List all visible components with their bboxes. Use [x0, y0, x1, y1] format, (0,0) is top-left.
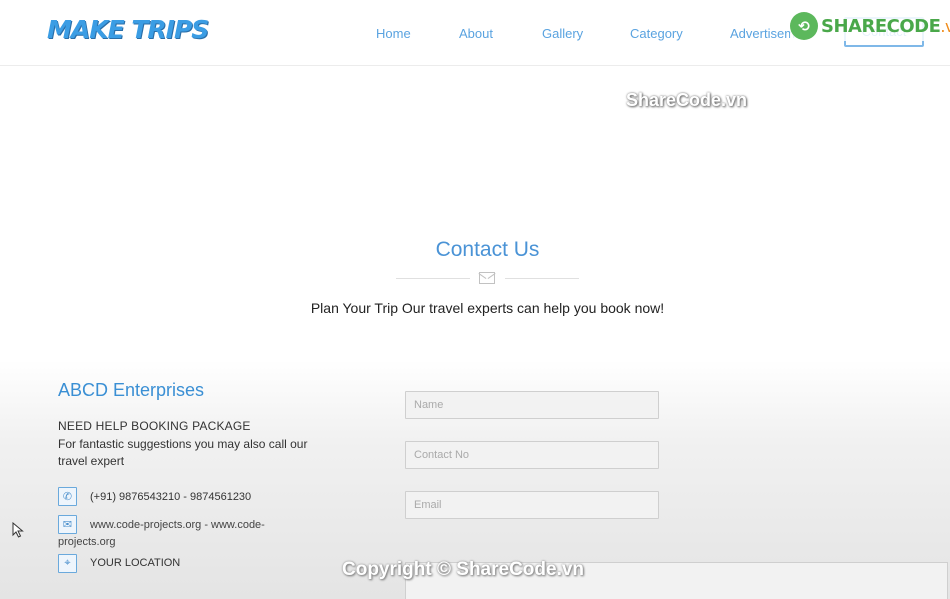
watermark-copyright: Copyright © ShareCode.vn — [342, 559, 585, 580]
location-pin-icon: ⌖ — [58, 554, 77, 573]
name-input[interactable] — [405, 391, 659, 419]
watermark-logo-suffix: .vn — [940, 16, 950, 36]
website-links[interactable]: www.code-projects.org - www.code-project… — [58, 517, 318, 551]
watermark-text-top: ShareCode.vn — [626, 90, 748, 110]
nav-category[interactable]: Category — [630, 26, 683, 41]
divider-right — [505, 278, 579, 279]
divider-left — [396, 278, 470, 279]
email-input[interactable] — [405, 491, 659, 519]
contact-subtitle: Plan Your Trip Our travel experts can he… — [310, 300, 665, 316]
suggestion-text: For fantastic suggestions you may also c… — [58, 437, 308, 468]
contact-title: Contact Us — [435, 238, 540, 261]
company-name: ABCD Enterprises — [58, 380, 205, 400]
mouse-cursor-icon — [12, 522, 24, 538]
phone-icon: ✆ — [58, 487, 77, 506]
contact-no-input[interactable] — [405, 441, 659, 469]
phone-numbers: (+91) 9876543210 - 9874561230 — [90, 491, 252, 503]
need-help-heading: NEED HELP BOOKING PACKAGE — [58, 419, 251, 433]
watermark-logo-text: SHARECODE — [821, 15, 941, 37]
sharecode-watermark-logo: ⟲ SHARECODE.vn — [790, 11, 950, 41]
location-text: YOUR LOCATION — [90, 557, 181, 569]
sharecode-logo-icon: ⟲ — [790, 12, 818, 40]
nav-gallery[interactable]: Gallery — [542, 26, 583, 41]
envelope-icon — [479, 272, 495, 284]
nav-about[interactable]: About — [459, 26, 493, 41]
nav-home[interactable]: Home — [376, 26, 411, 41]
